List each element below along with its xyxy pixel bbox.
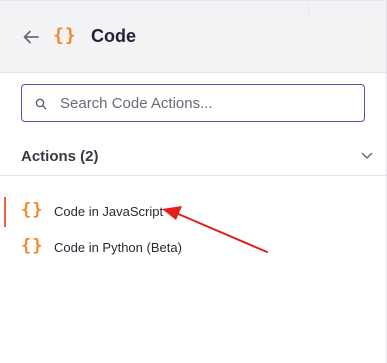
actions-section-header[interactable]: Actions (2) <box>21 148 373 168</box>
search-input[interactable] <box>60 93 350 113</box>
section-divider <box>0 175 386 176</box>
code-braces-icon: {} <box>21 236 44 256</box>
actions-section-title: Actions (2) <box>21 148 99 165</box>
code-braces-icon: {} <box>53 25 77 46</box>
page-title: Code <box>91 26 136 46</box>
action-item-label: Code in Python (Beta) <box>54 240 182 255</box>
search-box[interactable] <box>21 84 365 122</box>
chevron-down-icon[interactable] <box>361 152 373 160</box>
top-border <box>0 0 387 1</box>
top-border-notch <box>308 0 309 16</box>
action-item-code-javascript[interactable]: {} Code in JavaScript <box>0 197 386 227</box>
arrow-left-icon[interactable] <box>22 28 40 46</box>
action-item-code-python[interactable]: {} Code in Python (Beta) <box>0 233 386 263</box>
action-item-label: Code in JavaScript <box>54 204 164 219</box>
code-actions-panel: {} Code Actions (2) {} Code in JavaScrip… <box>0 0 387 363</box>
panel-header: {} Code <box>0 0 386 73</box>
search-icon <box>35 98 47 110</box>
code-braces-icon: {} <box>21 200 44 220</box>
